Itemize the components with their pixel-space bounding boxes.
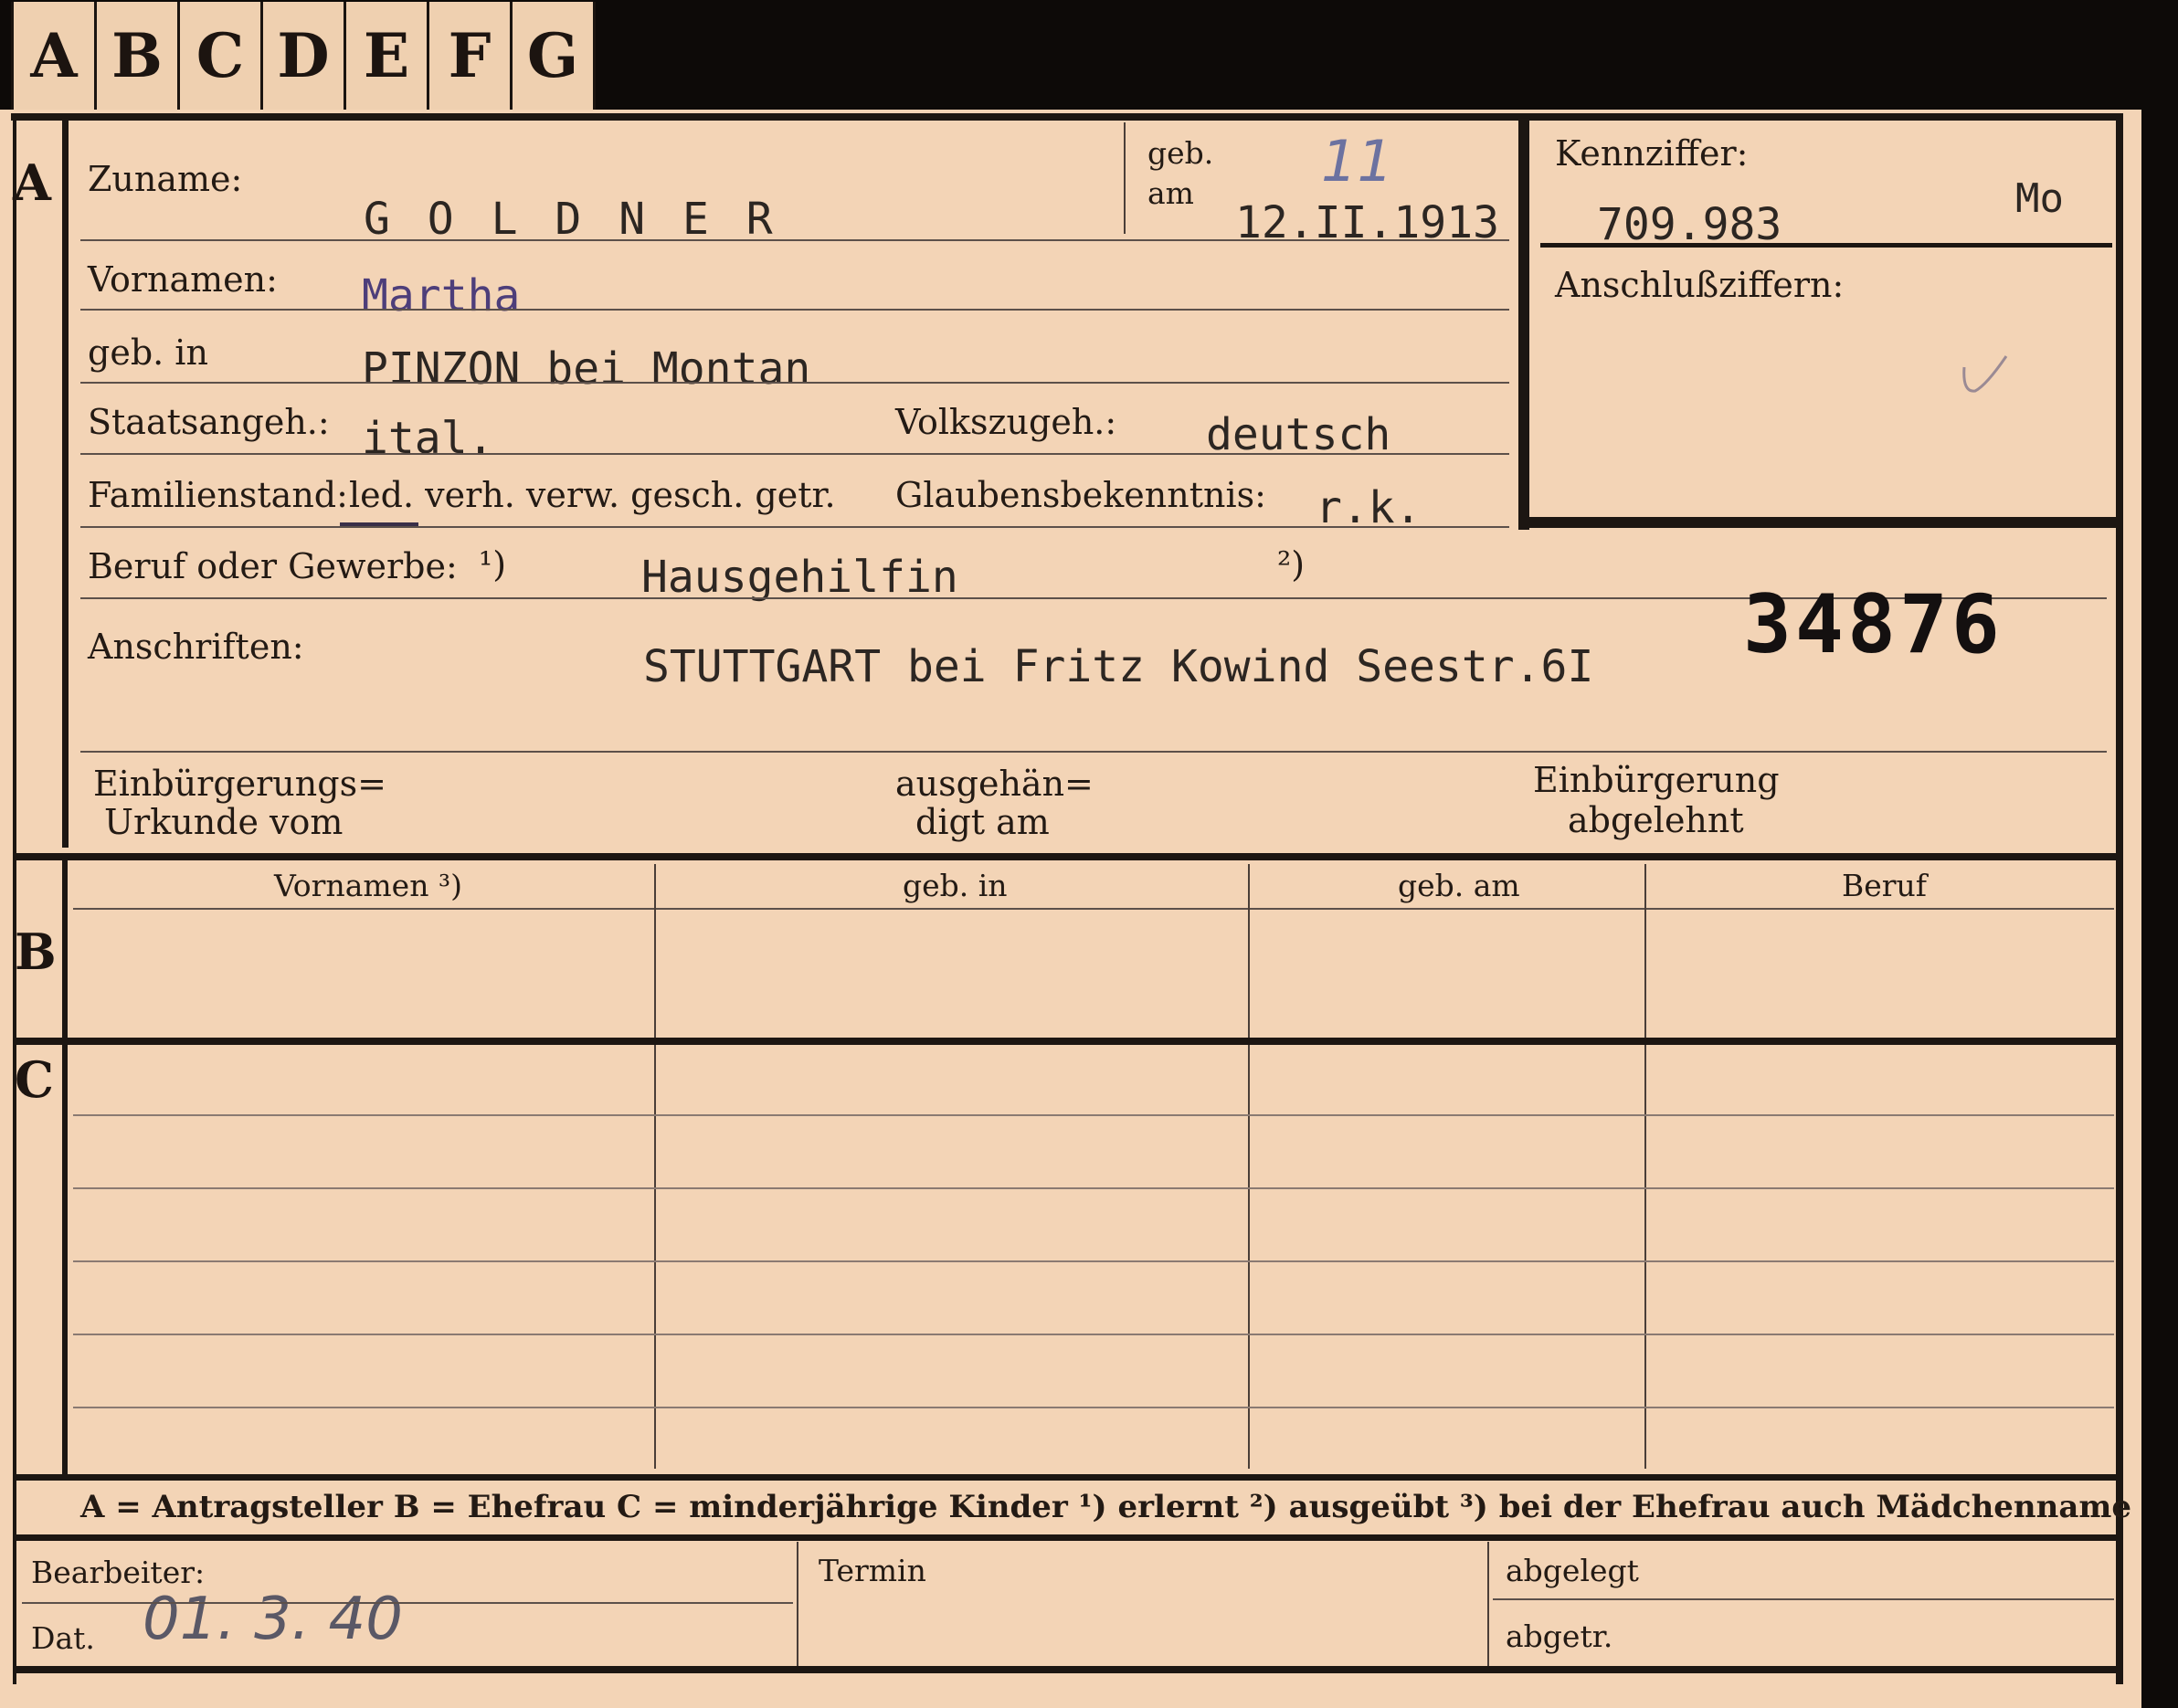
ausgehaendigt-label-1: ausgehän= bbox=[895, 764, 1094, 804]
record-number: 34876 bbox=[1743, 577, 2004, 671]
einbuergerung-urkunde-label-2: Urkunde vom bbox=[104, 802, 344, 842]
dat-pencil-value: 01. 3. 40 bbox=[143, 1586, 403, 1653]
registration-card: A B C D E F G A Zuname: G O L D N E R ge… bbox=[0, 0, 2178, 1708]
familienstand-label: Familienstand: bbox=[88, 475, 348, 515]
section-a-letter: A bbox=[13, 153, 51, 212]
termin-label: Termin bbox=[819, 1553, 926, 1588]
beruf-footnote-1: ¹) bbox=[479, 544, 507, 585]
ausgehaendigt-label-2: digt am bbox=[915, 802, 1050, 842]
anschlussziffern-label: Anschlußziffern: bbox=[1555, 265, 1845, 305]
table-header-line bbox=[73, 908, 2114, 910]
volkszugeh-label: Volkszugeh.: bbox=[895, 402, 1117, 442]
geb-divider bbox=[1124, 122, 1126, 234]
einbuergerung-abgelehnt-label-2: abgelehnt bbox=[1568, 800, 1744, 840]
legend-text: A = Antragsteller B = Ehefrau C = minder… bbox=[80, 1489, 2131, 1525]
table-column-divider-1 bbox=[654, 864, 656, 1469]
index-tab-f: F bbox=[429, 2, 513, 110]
abgelegt-label: abgelegt bbox=[1506, 1553, 1639, 1588]
dat-label: Dat. bbox=[31, 1620, 95, 1656]
section-b-top-border bbox=[13, 853, 2123, 860]
table-header-vornamen: Vornamen ³) bbox=[274, 868, 463, 903]
einbuergerung-abgelehnt-label-1: Einbürgerung bbox=[1533, 760, 1780, 800]
table-row-line bbox=[73, 1187, 2114, 1189]
table-row-line bbox=[73, 1260, 2114, 1262]
kennziffer-box-left bbox=[1518, 119, 1529, 530]
glaubensbekenntnis-label: Glaubensbekenntnis: bbox=[895, 475, 1266, 515]
geb-in-value: PINZON bei Montan bbox=[362, 343, 811, 395]
abgetr-label: abgetr. bbox=[1506, 1618, 1613, 1654]
section-b-rule bbox=[62, 860, 68, 1038]
anschrift-value: STUTTGART bei Fritz Kowind Seestr.6I bbox=[643, 641, 1594, 692]
bearbeiter-line bbox=[22, 1602, 793, 1604]
beruf-gewerbe-label: Beruf oder Gewerbe: bbox=[88, 546, 458, 586]
anschriften-label: Anschriften: bbox=[88, 627, 304, 667]
staatsangeh-label: Staatsangeh.: bbox=[88, 402, 330, 442]
kennziffer-line bbox=[1540, 243, 2112, 248]
index-tabs: A B C D E F G bbox=[11, 2, 596, 115]
section-c-letter: C bbox=[15, 1050, 54, 1109]
table-header-geb-am: geb. am bbox=[1398, 868, 1520, 903]
footer-divider-1 bbox=[797, 1542, 798, 1666]
table-column-divider-2 bbox=[1248, 864, 1250, 1469]
index-tab-e: E bbox=[346, 2, 429, 110]
kennziffer-label: Kennziffer: bbox=[1555, 133, 1749, 174]
geb-in-label: geb. in bbox=[88, 332, 208, 373]
vornamen-line bbox=[80, 309, 1509, 311]
table-header-beruf: Beruf bbox=[1842, 868, 1928, 903]
section-a-rule bbox=[62, 121, 69, 848]
section-c-top-border bbox=[13, 1038, 2123, 1045]
index-tab-c: C bbox=[180, 2, 263, 110]
legend-bottom-border bbox=[13, 1534, 2123, 1541]
einbuergerung-urkunde-label-1: Einbürgerungs= bbox=[93, 764, 386, 804]
beruf-value: Hausgehilfin bbox=[641, 552, 958, 603]
geb-am-pencil-note: 11 bbox=[1321, 128, 1393, 195]
zuname-label: Zuname: bbox=[88, 159, 243, 199]
anschriften-line bbox=[80, 751, 2107, 753]
footer-bottom-border bbox=[13, 1666, 2123, 1673]
vornamen-label: Vornamen: bbox=[88, 259, 278, 300]
table-row-line bbox=[73, 1407, 2114, 1408]
section-c-rule bbox=[62, 1045, 68, 1476]
am-label: am bbox=[1147, 175, 1194, 211]
section-b-letter: B bbox=[15, 923, 57, 981]
beruf-footnote-2: ²) bbox=[1277, 544, 1306, 585]
card-right-background bbox=[2141, 0, 2178, 1708]
frame-left-border bbox=[13, 113, 16, 1684]
table-row-line bbox=[73, 1114, 2114, 1116]
staatsangeh-value: ital. bbox=[362, 413, 494, 464]
geb-label: geb. bbox=[1147, 135, 1214, 171]
zuname-value: G O L D N E R bbox=[364, 194, 778, 245]
index-tab-d: D bbox=[263, 2, 346, 110]
frame-top-border bbox=[11, 113, 2121, 121]
staatsangeh-line bbox=[80, 453, 1509, 455]
index-tab-g: G bbox=[513, 2, 596, 110]
footer-divider-2 bbox=[1487, 1542, 1489, 1666]
vornamen-value: Martha bbox=[362, 270, 521, 322]
kennziffer-box-bottom bbox=[1518, 517, 2118, 528]
familienstand-options: led. verh. verw. gesch. getr. bbox=[349, 475, 836, 515]
geb-in-line bbox=[80, 382, 1509, 384]
index-tab-a: A bbox=[11, 2, 97, 110]
zuname-line bbox=[80, 239, 1509, 241]
table-row-line bbox=[73, 1334, 2114, 1335]
table-header-geb-in: geb. in bbox=[903, 868, 1008, 903]
index-tab-b: B bbox=[97, 2, 180, 110]
frame-right-border bbox=[2116, 113, 2123, 1684]
familienstand-line bbox=[80, 526, 1509, 528]
check-mark-icon bbox=[1955, 347, 2010, 402]
legend-top-border bbox=[13, 1474, 2123, 1481]
kennziffer-suffix: Mo bbox=[2015, 175, 2064, 222]
abgelegt-line bbox=[1493, 1598, 2114, 1600]
table-column-divider-3 bbox=[1644, 864, 1646, 1469]
